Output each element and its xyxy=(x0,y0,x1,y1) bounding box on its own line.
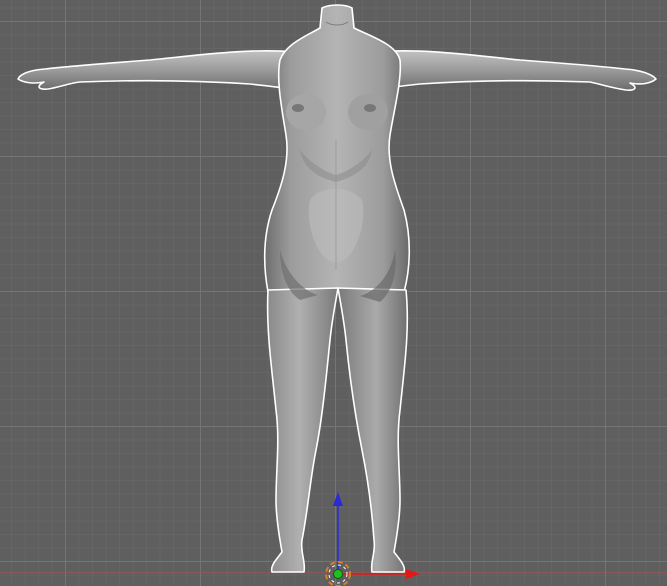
x-axis-arrowhead[interactable] xyxy=(406,569,420,579)
right-leg xyxy=(337,287,409,573)
left-leg xyxy=(266,287,339,573)
left-arm xyxy=(17,50,296,91)
right-arm xyxy=(375,50,657,91)
viewport-scene[interactable] xyxy=(0,0,667,586)
3d-viewport[interactable] xyxy=(0,0,667,586)
left-breast xyxy=(286,94,326,130)
origin-point-icon xyxy=(333,569,343,579)
right-breast xyxy=(348,94,388,130)
z-axis-arrowhead[interactable] xyxy=(333,492,343,506)
mesh-model[interactable] xyxy=(17,4,657,573)
